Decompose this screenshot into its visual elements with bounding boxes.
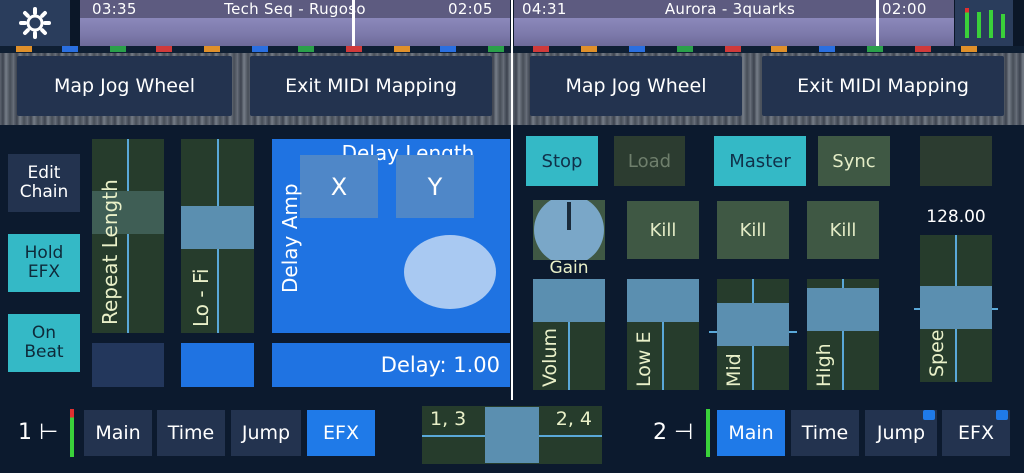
tab-indicator — [923, 410, 935, 420]
vu-bar — [989, 10, 993, 38]
lofi-status-box — [181, 343, 254, 387]
deck-2-indicator: 2 ⊣ — [653, 420, 694, 445]
mid-eq-slider[interactable]: Mid — [709, 279, 797, 390]
deck-divider — [511, 0, 513, 400]
settings-button[interactable] — [0, 0, 70, 46]
stop-button[interactable]: Stop — [526, 136, 598, 186]
time-elapsed-right: 04:31 — [522, 0, 567, 18]
empty-pad[interactable] — [920, 136, 992, 186]
master-button[interactable]: Master — [714, 136, 806, 186]
sync-button[interactable]: Sync — [818, 136, 890, 186]
bpm-display: 128.00 — [926, 207, 986, 227]
tab-indicator — [996, 410, 1008, 420]
slider-thumb[interactable] — [717, 303, 789, 346]
slider-thumb[interactable] — [920, 286, 992, 329]
waveform-right[interactable] — [514, 18, 954, 46]
crossfader[interactable]: 1, 3 2, 4 — [422, 406, 602, 464]
y-button[interactable]: Y — [396, 155, 474, 218]
hold-efx-button[interactable]: Hold EFX — [8, 234, 80, 292]
deck-2-level-meter — [706, 409, 710, 457]
delay-amp-label: Delay Amp — [278, 183, 302, 293]
delay-status-box: Delay: 1.00 — [272, 343, 510, 387]
lofi-label: Lo - Fi — [189, 268, 213, 327]
gain-knob[interactable] — [533, 195, 605, 265]
playhead-right — [876, 0, 879, 46]
deck-1-indicator: 1 ⊢ — [18, 420, 59, 445]
vu-bar — [1001, 14, 1005, 38]
map-jog-wheel-button-right[interactable]: Map Jog Wheel — [530, 56, 742, 116]
repeat-status-box — [92, 343, 164, 387]
tab-time-left[interactable]: Time — [157, 410, 225, 456]
exit-midi-mapping-button-left[interactable]: Exit MIDI Mapping — [250, 56, 492, 116]
on-beat-button[interactable]: On Beat — [8, 314, 80, 372]
tab-efx-left[interactable]: EFX — [307, 410, 375, 456]
tab-time-right[interactable]: Time — [791, 410, 859, 456]
track-title-right: Aurora - 3quarks — [664, 0, 796, 18]
edit-chain-button[interactable]: Edit Chain — [8, 154, 80, 212]
kill-low-button[interactable]: Kill — [627, 201, 699, 259]
slider-thumb[interactable] — [533, 279, 605, 322]
delay-xy-pad[interactable]: Delay Length X Y Delay Amp — [272, 139, 510, 333]
high-eq-label: High — [813, 343, 835, 387]
tab-main-right[interactable]: Main — [717, 410, 785, 456]
cue-strip-left — [0, 46, 511, 53]
gear-icon — [19, 7, 51, 39]
vu-bar — [965, 8, 969, 38]
waveform-left[interactable] — [80, 18, 510, 46]
slider-thumb[interactable] — [627, 279, 699, 322]
crossfader-right-label: 2, 4 — [555, 408, 592, 430]
repeat-length-slider[interactable]: Repeat Length — [92, 139, 164, 333]
speed-label: Spee — [926, 329, 948, 378]
exit-midi-mapping-button-right[interactable]: Exit MIDI Mapping — [762, 56, 1004, 116]
map-jog-wheel-button-left[interactable]: Map Jog Wheel — [17, 56, 232, 116]
tab-jump-left[interactable]: Jump — [231, 410, 301, 456]
deck-1-level-meter — [70, 409, 74, 457]
tab-main-left[interactable]: Main — [84, 410, 152, 456]
tab-jump-right[interactable]: Jump — [865, 410, 937, 456]
load-button[interactable]: Load — [614, 136, 685, 186]
x-button[interactable]: X — [300, 155, 378, 218]
mid-eq-label: Mid — [723, 353, 745, 387]
kill-high-button[interactable]: Kill — [807, 201, 879, 259]
vu-meter-button[interactable] — [955, 0, 1013, 46]
repeat-length-label: Repeat Length — [98, 179, 122, 325]
speed-slider[interactable]: Spee — [914, 235, 998, 382]
slider-thumb[interactable] — [807, 288, 879, 331]
delay-value: Delay: 1.00 — [380, 353, 500, 377]
lofi-slider[interactable]: Lo - Fi — [181, 139, 254, 333]
low-eq-label: Low E — [633, 331, 655, 387]
tab-efx-right[interactable]: EFX — [942, 410, 1010, 456]
cue-strip-right — [513, 46, 1024, 53]
crossfader-thumb[interactable] — [485, 407, 539, 463]
knob-icon — [533, 195, 605, 265]
low-eq-slider[interactable]: Low E — [627, 279, 699, 390]
volume-label: Volum — [539, 328, 561, 387]
slider-thumb[interactable] — [181, 206, 254, 249]
high-eq-slider[interactable]: High — [807, 279, 879, 390]
kill-mid-button[interactable]: Kill — [717, 201, 789, 259]
time-remaining-left: 02:05 — [448, 0, 493, 18]
xy-pad-cursor[interactable] — [404, 235, 496, 309]
volume-slider[interactable]: Volum — [533, 279, 605, 390]
time-elapsed-left: 03:35 — [92, 0, 137, 18]
time-remaining-right: 02:00 — [882, 0, 927, 18]
crossfader-left-label: 1, 3 — [430, 408, 467, 430]
gain-label: Gain — [549, 258, 589, 278]
vu-bar — [977, 12, 981, 38]
track-title-left: Tech Seq - Rugoso — [224, 0, 366, 18]
